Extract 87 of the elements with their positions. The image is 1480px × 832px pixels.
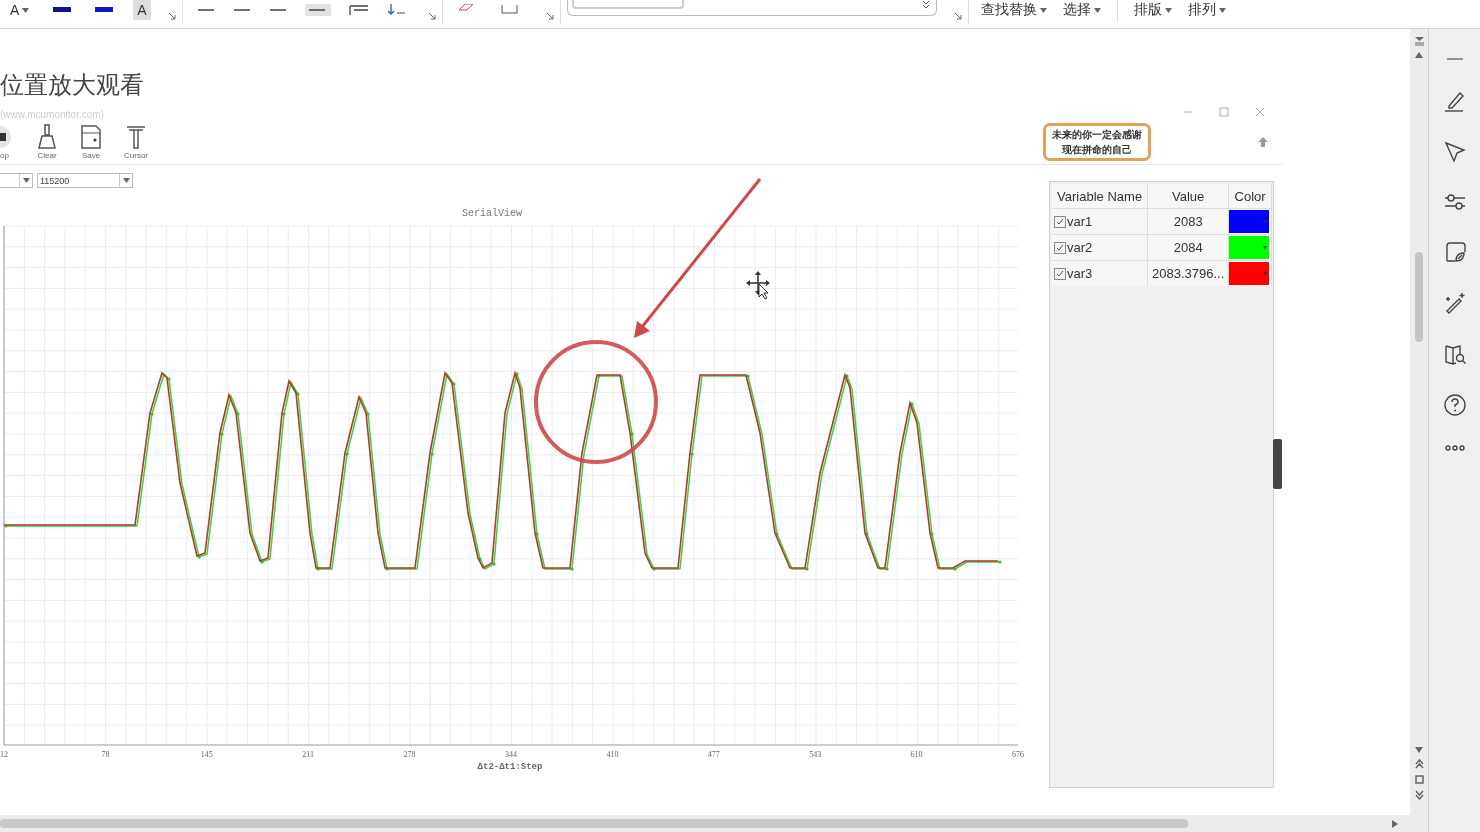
shading-button[interactable]: A (133, 0, 151, 20)
help-icon[interactable] (1443, 394, 1466, 416)
axis-label: Δt2-Δt1:Step (477, 762, 543, 772)
axis-tick-label: 543 (809, 750, 822, 759)
motto-badge: 未来的你一定会感谢 现在拼命的自己 (1043, 123, 1151, 161)
column-header: Value (1147, 184, 1229, 209)
book-search-icon[interactable] (1443, 343, 1466, 365)
caret-icon (1164, 7, 1172, 13)
pointer-icon[interactable] (1443, 141, 1466, 163)
toolbar-button[interactable]: Cursor (124, 124, 148, 160)
move-cursor-icon (746, 271, 770, 300)
cursor-icon (125, 124, 147, 150)
line-spacing-icon[interactable] (348, 4, 369, 16)
resize-handle[interactable] (1273, 439, 1282, 489)
color-swatch[interactable] (1229, 236, 1270, 259)
image-leaf-icon[interactable] (1443, 241, 1466, 263)
axis-tick-label: 610 (910, 750, 923, 759)
previous-page-icon[interactable] (1414, 759, 1424, 769)
chart-title: SerialView (462, 208, 522, 219)
collapse-icon[interactable] (1444, 57, 1465, 61)
document-icon (80, 124, 102, 150)
more-icon[interactable] (1443, 445, 1466, 451)
scroll-up-icon[interactable] (1415, 52, 1423, 58)
axis-tick-label: 211 (302, 750, 315, 759)
ribbon-command[interactable]: 排列 (1181, 0, 1232, 20)
magic-wand-icon[interactable] (1443, 292, 1466, 314)
dialog-launcher-icon[interactable] (168, 13, 176, 20)
browse-object-icon[interactable] (1414, 775, 1424, 784)
column-header: Color (1228, 184, 1272, 209)
axis-tick-label: 410 (606, 750, 619, 759)
caret-icon (1263, 272, 1268, 275)
stop-icon (0, 124, 14, 150)
dialog-launcher-icon[interactable] (954, 13, 962, 20)
dialog-launcher-icon[interactable] (546, 13, 554, 20)
scrollbar-thumb[interactable] (0, 819, 1188, 828)
scroll-down-icon[interactable] (1415, 747, 1423, 753)
checkbox[interactable] (1054, 241, 1066, 254)
scroll-right-icon[interactable] (1392, 819, 1398, 828)
checkbox[interactable] (1054, 267, 1066, 280)
toolbar-button[interactable]: Clear (36, 124, 58, 160)
baud-rate-combo[interactable]: 115200 (37, 173, 133, 188)
table-cell: 2083.3796... (1147, 260, 1229, 286)
axis-tick-label: 344 (505, 750, 517, 759)
pen-icon[interactable] (1443, 90, 1466, 112)
ribbon-command[interactable]: 查找替换 (974, 0, 1053, 20)
checkmark-icon (1056, 269, 1064, 278)
variable-name: var2 (1067, 240, 1093, 255)
caret-icon (1039, 7, 1047, 13)
caret-icon (1263, 246, 1268, 249)
toolbar-button[interactable]: Save (80, 124, 102, 160)
document-heading: 位置放大观看 (0, 70, 144, 100)
axis-tick-label: 477 (707, 750, 720, 759)
caret-icon (122, 178, 130, 183)
sliders-icon[interactable] (1443, 192, 1466, 212)
port-combo[interactable] (0, 173, 33, 188)
axis-tick-label: 145 (200, 750, 213, 759)
page-up-icon[interactable] (1414, 37, 1424, 46)
caret-icon (921, 0, 930, 10)
justify-icon[interactable] (304, 4, 331, 16)
dialog-launcher-icon[interactable] (428, 13, 436, 20)
caret-icon (1218, 7, 1226, 13)
axis-tick-label: 278 (403, 750, 416, 759)
checkbox[interactable] (1054, 215, 1066, 228)
variable-name: var1 (1067, 214, 1093, 229)
caret-icon (22, 7, 30, 13)
next-page-icon[interactable] (1414, 790, 1424, 800)
toolbar-button[interactable]: op (0, 124, 14, 160)
scrollbar-thumb[interactable] (1415, 252, 1423, 342)
variable-name: var3 (1067, 266, 1093, 281)
font-button[interactable]: A (4, 0, 36, 20)
caret-icon (1093, 7, 1101, 13)
sort-icon[interactable] (386, 4, 407, 16)
axis-tick-label: 78 (101, 750, 110, 759)
ribbon-command[interactable]: 排版 (1127, 0, 1178, 20)
table-cell: 2083 (1147, 208, 1229, 235)
axis-tick-label: 12 (0, 750, 8, 759)
caret-icon (22, 178, 30, 183)
ribbon-command[interactable]: 选择 (1056, 0, 1107, 20)
color-swatch[interactable] (1229, 262, 1270, 285)
table-cell: 2084 (1147, 234, 1229, 261)
checkmark-icon (1056, 217, 1064, 226)
broom-icon (36, 124, 58, 150)
color-swatch[interactable] (1229, 210, 1270, 233)
checkmark-icon (1056, 243, 1064, 252)
caret-icon (1263, 220, 1268, 223)
column-header: Variable Name (1052, 184, 1148, 209)
axis-tick-label: 676 (1012, 750, 1024, 759)
